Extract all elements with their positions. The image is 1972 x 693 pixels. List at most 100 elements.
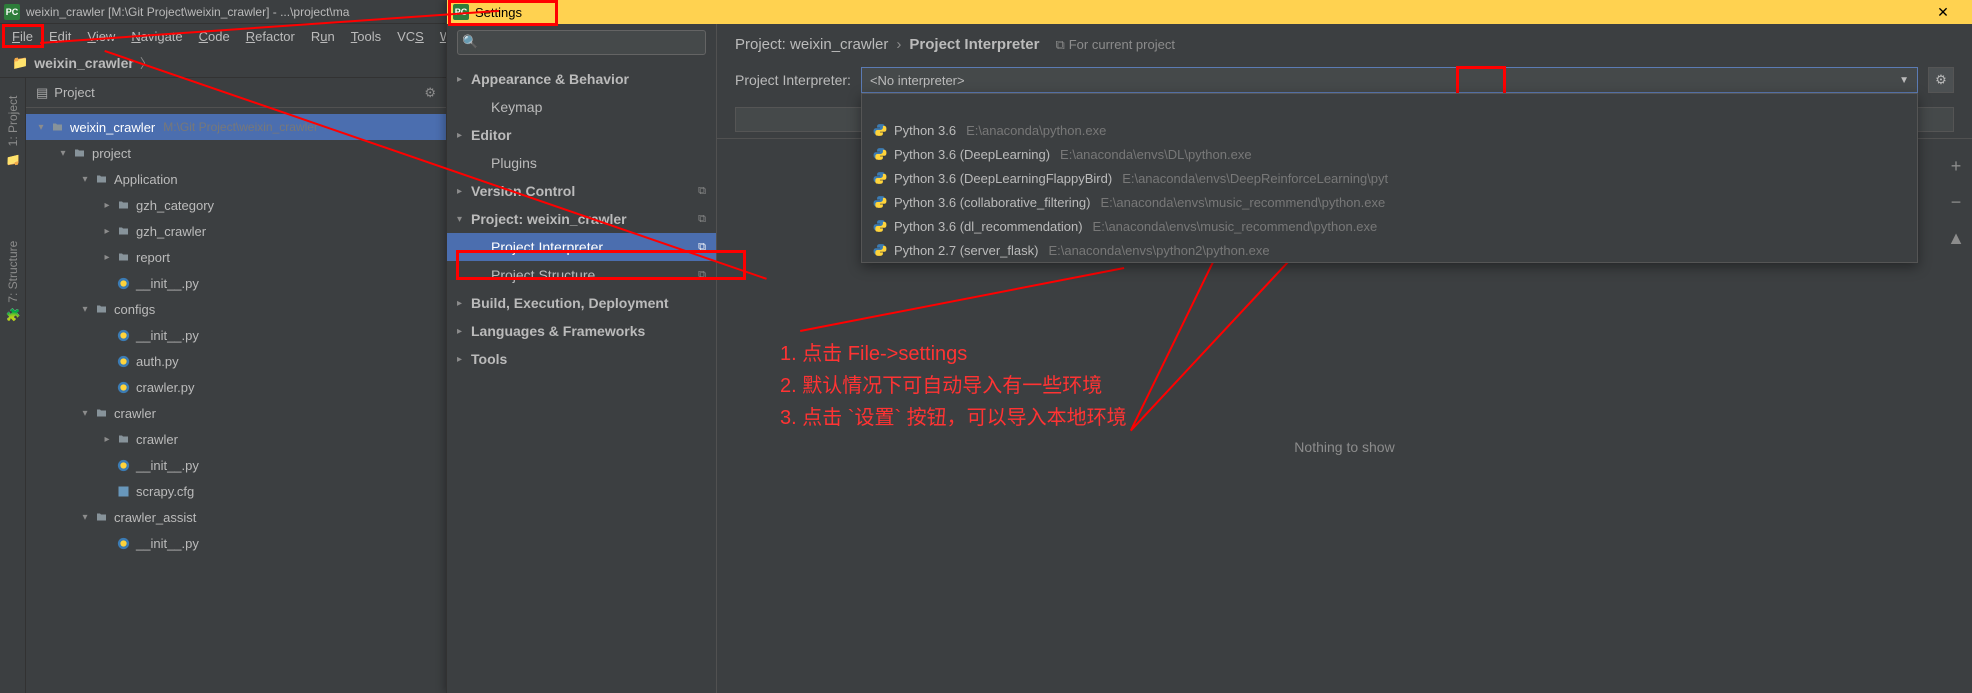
tree-arrow-icon[interactable] — [100, 226, 114, 237]
tree-arrow-icon[interactable] — [78, 174, 92, 185]
close-icon[interactable]: ✕ — [1920, 4, 1966, 21]
remove-package-button[interactable]: − — [1944, 190, 1968, 214]
settings-item[interactable]: Keymap — [447, 93, 716, 121]
tree-row[interactable]: weixin_crawlerM:\Git Project\weixin_craw… — [26, 114, 446, 140]
tree-row[interactable]: gzh_crawler — [26, 218, 446, 244]
interpreter-dropdown[interactable]: Python 3.6E:\anaconda\python.exePython 3… — [861, 93, 1918, 263]
tree-label: auth.py — [136, 354, 179, 369]
project-gear-icon[interactable]: ⚙ — [424, 85, 436, 101]
settings-dialog: PC Settings ✕ 🔍 ▸Appearance & BehaviorKe… — [446, 0, 1972, 693]
settings-item-label: Build, Execution, Deployment — [471, 295, 669, 311]
tree-label: crawler.py — [136, 380, 195, 395]
project-tab-label[interactable]: Project — [54, 85, 94, 100]
tree-row[interactable]: crawler — [26, 400, 446, 426]
menu-refactor[interactable]: Refactor — [238, 27, 303, 46]
menu-file[interactable]: File — [4, 27, 41, 46]
tree-arrow-icon[interactable] — [78, 408, 92, 419]
tree-label: __init__.py — [136, 458, 199, 473]
interpreter-gear-button[interactable]: ⚙ — [1928, 67, 1954, 93]
tree-row[interactable]: project — [26, 140, 446, 166]
tree-row[interactable]: auth.py — [26, 348, 446, 374]
tree-row[interactable]: crawler — [26, 426, 446, 452]
tree-row[interactable]: Application — [26, 166, 446, 192]
interpreter-option[interactable]: Python 3.6E:\anaconda\python.exe — [862, 118, 1917, 142]
tree-label: crawler_assist — [114, 510, 196, 525]
interpreter-option[interactable] — [862, 94, 1917, 118]
menu-navigate[interactable]: Navigate — [123, 27, 190, 46]
tree-label: gzh_category — [136, 198, 214, 213]
settings-item-label: Tools — [471, 351, 507, 367]
option-name: Python 3.6 (DeepLearning) — [894, 147, 1050, 162]
settings-item[interactable]: ▾Project: weixin_crawler⧉ — [447, 205, 716, 233]
tree-row[interactable]: crawler_assist — [26, 504, 446, 530]
py-icon — [114, 328, 132, 343]
settings-sidebar: 🔍 ▸Appearance & BehaviorKeymap▸EditorPlu… — [447, 24, 717, 693]
tree-arrow-icon[interactable] — [100, 252, 114, 263]
tree-label: report — [136, 250, 170, 265]
tree-row[interactable]: __init__.py — [26, 322, 446, 348]
tree-arrow-icon[interactable] — [100, 434, 114, 445]
interpreter-option[interactable]: Python 3.6 (collaborative_filtering)E:\a… — [862, 190, 1917, 214]
tree-row[interactable]: report — [26, 244, 446, 270]
settings-item-label: Languages & Frameworks — [471, 323, 645, 339]
project-tab-icon: ▤ — [36, 85, 48, 101]
left-tool-tabs: 📁1: Project 🧩7: Structure — [0, 78, 26, 693]
tree-row[interactable]: gzh_category — [26, 192, 446, 218]
settings-item[interactable]: ▸Appearance & Behavior — [447, 65, 716, 93]
tree-row[interactable]: __init__.py — [26, 452, 446, 478]
chevron-icon: ▸ — [457, 354, 471, 365]
folder-icon — [114, 251, 132, 263]
tree-row[interactable]: __init__.py — [26, 530, 446, 556]
tree-arrow-icon[interactable] — [100, 200, 114, 211]
settings-item[interactable]: ▸Languages & Frameworks — [447, 317, 716, 345]
settings-item[interactable]: ▸Editor — [447, 121, 716, 149]
option-name: Python 3.6 (collaborative_filtering) — [894, 195, 1091, 210]
copy-icon: ⧉ — [698, 185, 706, 198]
app-icon: PC — [4, 4, 20, 20]
settings-tree[interactable]: ▸Appearance & BehaviorKeymap▸EditorPlugi… — [447, 61, 716, 693]
chevron-right-icon: › — [896, 36, 901, 53]
tree-label: weixin_crawler — [70, 120, 155, 135]
tab-project[interactable]: 📁1: Project — [4, 88, 22, 173]
tree-label: gzh_crawler — [136, 224, 206, 239]
menu-run[interactable]: Run — [303, 27, 343, 46]
interpreter-selected: <No interpreter> — [870, 73, 965, 88]
search-input[interactable] — [457, 30, 706, 55]
settings-title: Settings — [475, 5, 522, 20]
tree-arrow-icon[interactable] — [56, 148, 70, 159]
menu-edit[interactable]: Edit — [41, 27, 79, 46]
project-tree[interactable]: weixin_crawlerM:\Git Project\weixin_craw… — [26, 108, 446, 693]
python-icon — [872, 146, 888, 162]
tab-structure[interactable]: 🧩7: Structure — [4, 233, 22, 330]
settings-item[interactable]: ▸Tools — [447, 345, 716, 373]
tree-row[interactable]: crawler.py — [26, 374, 446, 400]
app-icon: PC — [453, 4, 469, 20]
tree-arrow-icon[interactable] — [78, 304, 92, 315]
tree-row[interactable]: configs — [26, 296, 446, 322]
tree-arrow-icon[interactable] — [78, 512, 92, 523]
interpreter-select[interactable]: <No interpreter> ▼ Python 3.6E:\anaconda… — [861, 67, 1918, 93]
menu-view[interactable]: View — [79, 27, 123, 46]
settings-item[interactable]: Plugins — [447, 149, 716, 177]
folder-icon — [70, 147, 88, 159]
tree-row[interactable]: __init__.py — [26, 270, 446, 296]
tree-row[interactable]: scrapy.cfg — [26, 478, 446, 504]
settings-item-label: Plugins — [471, 155, 537, 171]
upgrade-package-button[interactable]: ▲ — [1944, 226, 1968, 250]
menu-vcs[interactable]: VCS — [389, 27, 432, 46]
tree-arrow-icon[interactable] — [34, 122, 48, 133]
menu-code[interactable]: Code — [191, 27, 238, 46]
settings-item[interactable]: ▸Build, Execution, Deployment — [447, 289, 716, 317]
interpreter-option[interactable]: Python 3.6 (DeepLearning) E:\anaconda\env… — [862, 142, 1917, 166]
breadcrumb-root[interactable]: weixin_crawler — [34, 55, 134, 71]
add-package-button[interactable]: + — [1944, 154, 1968, 178]
option-path: E:\anaconda\envs\DL\python.exe — [1060, 147, 1252, 162]
settings-item-label: Appearance & Behavior — [471, 71, 629, 87]
settings-item[interactable]: Project Interpreter⧉ — [447, 233, 716, 261]
interpreter-option[interactable]: Python 2.7 (server_flask)E:\anaconda\env… — [862, 238, 1917, 262]
interpreter-option[interactable]: Python 3.6 (DeepLearningFlappyBird)E:\an… — [862, 166, 1917, 190]
interpreter-option[interactable]: Python 3.6 (dl_recommendation)E:\anacond… — [862, 214, 1917, 238]
menu-tools[interactable]: Tools — [343, 27, 389, 46]
settings-item[interactable]: Project Structure⧉ — [447, 261, 716, 289]
settings-item[interactable]: ▸Version Control⧉ — [447, 177, 716, 205]
